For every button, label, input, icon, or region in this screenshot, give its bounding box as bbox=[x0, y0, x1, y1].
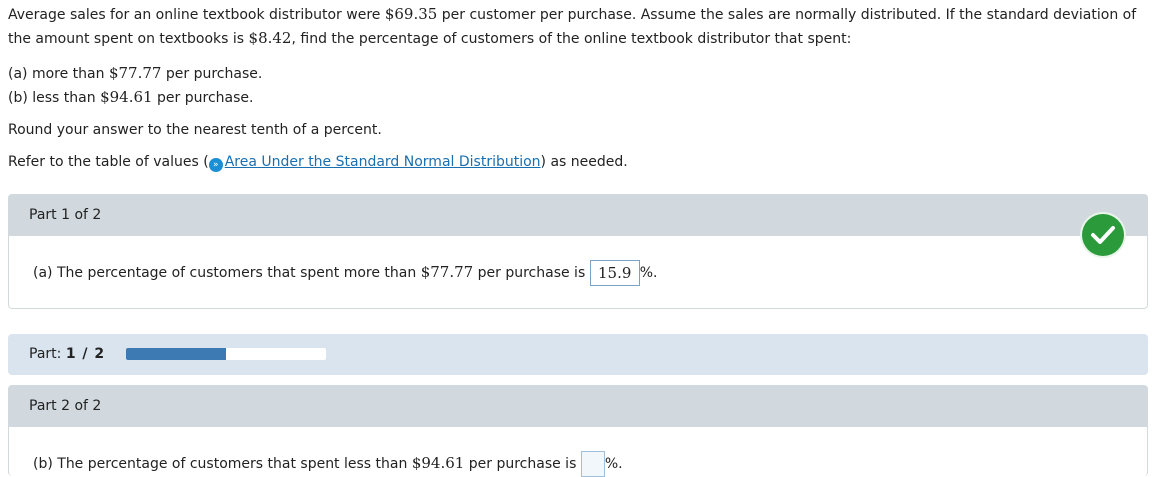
stem-text-1: Average sales for an online textbook dis… bbox=[8, 7, 385, 23]
part2-text-mid: per purchase is bbox=[464, 456, 581, 472]
part1-question: (a) The percentage of customers that spe… bbox=[33, 260, 657, 286]
refer-prefix: Refer to the table of values ( bbox=[8, 154, 209, 170]
progress-label: Part: 1 / 2 bbox=[29, 346, 105, 362]
progress-value: 1 / 2 bbox=[65, 346, 106, 362]
option-b-suffix: per purchase. bbox=[152, 90, 254, 106]
part1-answer-field[interactable]: 15.9 bbox=[589, 260, 640, 286]
option-a-prefix: (a) more than bbox=[8, 66, 109, 82]
part2-body: (b) The percentage of customers that spe… bbox=[8, 427, 1148, 477]
refer-suffix: ) as needed. bbox=[540, 154, 628, 170]
part1-header: Part 1 of 2 bbox=[8, 194, 1148, 236]
question-stem: Average sales for an online textbook dis… bbox=[8, 3, 1144, 51]
part2-amount: $94.61 bbox=[411, 454, 465, 472]
part2-header-label: Part 2 of 2 bbox=[29, 398, 102, 414]
sd-amount: $8.42 bbox=[248, 29, 292, 47]
normal-table-link-text: Area Under the Standard Normal Distribut… bbox=[224, 154, 541, 170]
part1-text-mid: per purchase is bbox=[473, 265, 590, 281]
option-a-suffix: per purchase. bbox=[161, 66, 263, 82]
info-circle-icon: » bbox=[208, 158, 223, 172]
part2-header: Part 2 of 2 bbox=[8, 385, 1148, 427]
part1-body: (a) The percentage of customers that spe… bbox=[8, 236, 1148, 309]
option-b: (b) less than $94.61 per purchase. bbox=[8, 88, 253, 106]
progress-fill bbox=[126, 348, 226, 360]
part2-answer-field[interactable] bbox=[580, 451, 605, 477]
part1-suffix: %. bbox=[639, 265, 658, 281]
progress-track bbox=[126, 348, 326, 360]
option-a-amount: $77.77 bbox=[108, 64, 162, 82]
mean-amount: $69.35 bbox=[384, 5, 438, 23]
stem-text-3: , find the percentage of customers of th… bbox=[291, 31, 852, 47]
option-b-prefix: (b) less than bbox=[8, 90, 101, 106]
part2-suffix: %. bbox=[604, 456, 623, 472]
option-a: (a) more than $77.77 per purchase. bbox=[8, 64, 262, 82]
part1-text-prefix: (a) The percentage of customers that spe… bbox=[33, 265, 421, 281]
checkmark-circle-icon bbox=[1082, 214, 1124, 256]
rounding-note: Round your answer to the nearest tenth o… bbox=[8, 122, 382, 138]
normal-table-link[interactable]: » Area Under the Standard Normal Distribu… bbox=[208, 154, 541, 172]
option-b-amount: $94.61 bbox=[100, 88, 153, 106]
part1-amount: $77.77 bbox=[420, 263, 474, 281]
progress-label-text: Part: bbox=[29, 346, 66, 362]
reference-line: Refer to the table of values (» Area Unde… bbox=[8, 154, 628, 172]
part-progress: Part: 1 / 2 bbox=[8, 334, 1148, 375]
part2-text-prefix: (b) The percentage of customers that spe… bbox=[33, 456, 412, 472]
part2-question: (b) The percentage of customers that spe… bbox=[33, 451, 623, 477]
part1-header-label: Part 1 of 2 bbox=[29, 207, 102, 223]
